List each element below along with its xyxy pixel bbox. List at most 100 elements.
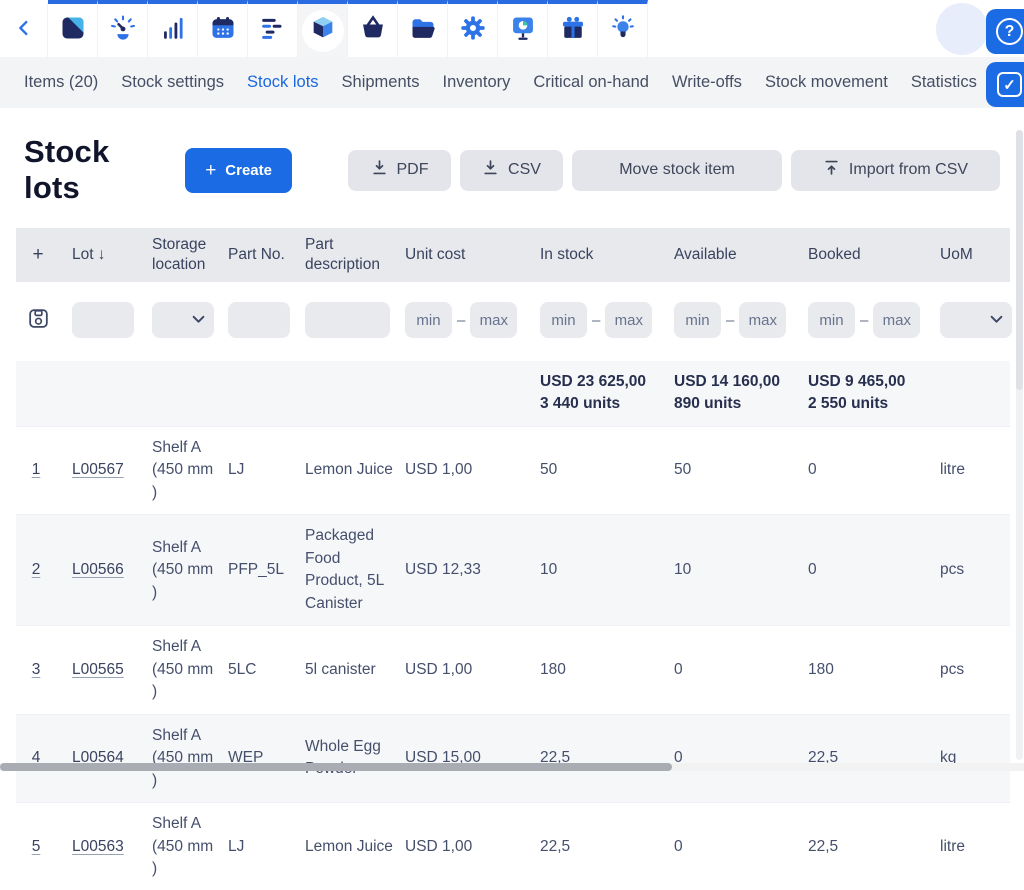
lot-link[interactable]: L00565 <box>72 661 124 678</box>
filter-available-min-input[interactable] <box>674 302 721 338</box>
column-header-storage-location[interactable]: Storage location <box>152 235 228 275</box>
table-row: 5 L00563 Shelf A (450 mm ) LJ Lemon Juic… <box>16 802 1010 890</box>
gift-icon <box>559 14 587 47</box>
topbar-spacer <box>648 0 936 57</box>
app-tile-dashboard[interactable] <box>98 0 148 57</box>
cell-uom: litre <box>940 449 1010 491</box>
lot-link[interactable]: L00566 <box>72 561 124 578</box>
question-icon: ? <box>996 18 1023 45</box>
column-header-unit-cost[interactable]: Unit cost <box>405 245 540 265</box>
column-header-available[interactable]: Available <box>674 245 808 265</box>
tab-items[interactable]: Items (20) <box>24 73 98 92</box>
create-button[interactable]: + Create <box>185 148 292 193</box>
filter-unit-cost-max-input[interactable] <box>470 302 517 338</box>
column-header-lot[interactable]: Lot↓ <box>72 245 152 265</box>
chevron-left-icon <box>13 17 35 44</box>
table-header-row: + Lot↓ Storage location Part No. Part de… <box>16 228 1010 282</box>
cell-booked: 180 <box>808 649 940 691</box>
cell-uom: kg <box>940 737 1010 779</box>
filter-in-stock-max-input[interactable] <box>605 302 652 338</box>
app-tile-documents[interactable] <box>398 0 448 57</box>
cell-part-description: 5l canister <box>305 649 405 691</box>
column-header-part-no[interactable]: Part No. <box>228 245 305 265</box>
app-tile-stock[interactable] <box>298 0 348 57</box>
tab-inventory[interactable]: Inventory <box>443 73 511 92</box>
add-column-button[interactable]: + <box>16 243 72 268</box>
filter-part-description-input[interactable] <box>305 302 390 338</box>
tab-shipments[interactable]: Shipments <box>342 73 420 92</box>
download-icon <box>482 159 499 181</box>
lot-link[interactable]: L00563 <box>72 838 124 855</box>
cell-storage-location: Shelf A (450 mm ) <box>152 527 228 614</box>
lightbulb-icon <box>609 14 637 47</box>
cell-part-no: LJ <box>228 449 305 491</box>
filter-available-max-input[interactable] <box>739 302 786 338</box>
vertical-scrollbar-thumb[interactable] <box>1016 130 1023 390</box>
total-available: USD 14 160,00 890 units <box>674 361 808 426</box>
cell-uom: pcs <box>940 649 1010 691</box>
move-stock-item-button[interactable]: Move stock item <box>572 150 782 191</box>
filter-unit-cost-min-input[interactable] <box>405 302 452 338</box>
table-row: 4 L00564 Shelf A (450 mm ) WEP Whole Egg… <box>16 714 1010 802</box>
column-header-booked[interactable]: Booked <box>808 245 940 265</box>
tab-write-offs[interactable]: Write-offs <box>672 73 742 92</box>
app-tile-analytics[interactable] <box>148 0 198 57</box>
gear-icon <box>459 14 487 47</box>
horizontal-scrollbar[interactable] <box>0 763 1024 771</box>
stock-lots-table: + Lot↓ Storage location Part No. Part de… <box>16 228 1010 890</box>
tab-critical-on-hand[interactable]: Critical on-hand <box>533 73 649 92</box>
export-csv-label: CSV <box>508 161 541 179</box>
save-filter-button[interactable] <box>24 304 53 336</box>
table-row: 2 L00566 Shelf A (450 mm ) PFP_5L Packag… <box>16 514 1010 625</box>
cell-available: 0 <box>674 826 808 868</box>
tab-statistics[interactable]: Statistics <box>911 73 977 92</box>
app-tile-tasks[interactable] <box>248 0 298 57</box>
app-tile-ideas[interactable] <box>598 0 648 57</box>
tab-stock-settings[interactable]: Stock settings <box>121 73 224 92</box>
tab-stock-lots[interactable]: Stock lots <box>247 73 319 92</box>
column-header-uom[interactable]: UoM <box>940 245 1010 265</box>
column-header-in-stock[interactable]: In stock <box>540 245 674 265</box>
row-number-link[interactable]: 3 <box>32 661 41 678</box>
cell-part-no: LJ <box>228 826 305 868</box>
filter-in-stock-min-input[interactable] <box>540 302 587 338</box>
presentation-pie-icon <box>509 14 537 47</box>
page-title: Stock lots <box>24 134 165 206</box>
app-tile-logo[interactable] <box>48 0 98 57</box>
filter-booked-max-input[interactable] <box>873 302 920 338</box>
filter-lot-input[interactable] <box>72 302 134 338</box>
row-number-link[interactable]: 1 <box>32 461 41 478</box>
checklist-button[interactable]: ✓ <box>986 62 1024 107</box>
filter-booked-min-input[interactable] <box>808 302 855 338</box>
chevron-down-icon <box>192 311 205 329</box>
import-from-csv-button[interactable]: Import from CSV <box>791 150 1000 191</box>
app-tile-calendar[interactable] <box>198 0 248 57</box>
filter-part-no-input[interactable] <box>228 302 290 338</box>
lot-link[interactable]: L00567 <box>72 461 124 478</box>
user-avatar[interactable] <box>936 3 988 55</box>
app-tile-rewards[interactable] <box>548 0 598 57</box>
row-number-link[interactable]: 5 <box>32 838 41 855</box>
save-filter-icon <box>26 319 51 334</box>
total-in-stock-value: USD 23 625,00 <box>540 371 662 393</box>
collapse-sidebar-button[interactable] <box>0 0 48 57</box>
horizontal-scrollbar-thumb[interactable] <box>0 763 672 771</box>
help-button[interactable]: ? <box>986 9 1024 54</box>
filter-storage-select[interactable] <box>152 302 214 338</box>
export-csv-button[interactable]: CSV <box>460 150 563 191</box>
row-number-link[interactable]: 2 <box>32 561 41 578</box>
cell-unit-cost: USD 1,00 <box>405 826 540 868</box>
app-tile-reports[interactable] <box>498 0 548 57</box>
cell-in-stock: 22,5 <box>540 826 674 868</box>
cell-part-description: Packaged Food Product, 5L Canister <box>305 515 405 625</box>
app-tile-purchases[interactable] <box>348 0 398 57</box>
cell-unit-cost: USD 15,00 <box>405 737 540 779</box>
export-pdf-button[interactable]: PDF <box>348 150 451 191</box>
vertical-scrollbar[interactable] <box>1016 130 1023 760</box>
cell-unit-cost: USD 12,33 <box>405 549 540 591</box>
tab-stock-movement[interactable]: Stock movement <box>765 73 888 92</box>
column-header-part-description[interactable]: Part description <box>305 235 405 275</box>
app-tile-settings[interactable] <box>448 0 498 57</box>
filter-uom-select[interactable] <box>940 302 1012 338</box>
import-from-csv-label: Import from CSV <box>849 161 968 179</box>
